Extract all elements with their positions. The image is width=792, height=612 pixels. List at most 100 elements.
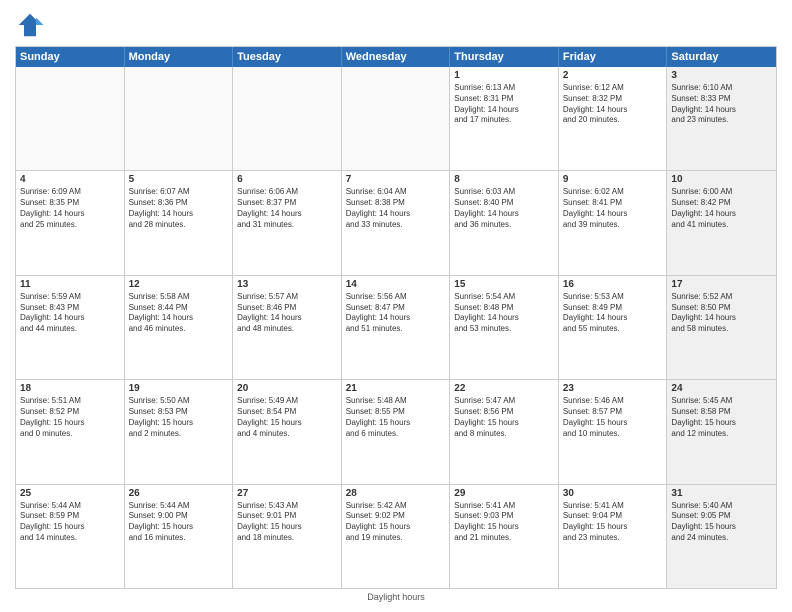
day-info: Sunrise: 5:44 AM Sunset: 9:00 PM Dayligh…: [129, 501, 229, 544]
day-info: Sunrise: 5:42 AM Sunset: 9:02 PM Dayligh…: [346, 501, 446, 544]
day-info: Sunrise: 6:12 AM Sunset: 8:32 PM Dayligh…: [563, 83, 663, 126]
calendar-row: 1 Sunrise: 6:13 AM Sunset: 8:31 PM Daylig…: [16, 67, 776, 170]
day-info: Sunrise: 6:04 AM Sunset: 8:38 PM Dayligh…: [346, 187, 446, 230]
day-number: 14: [346, 279, 446, 290]
calendar-cell: 29 Sunrise: 5:41 AM Sunset: 9:03 PM Dayli…: [450, 485, 559, 588]
calendar-cell: 1 Sunrise: 6:13 AM Sunset: 8:31 PM Daylig…: [450, 67, 559, 170]
day-number: 11: [20, 279, 120, 290]
day-info: Sunrise: 5:47 AM Sunset: 8:56 PM Dayligh…: [454, 396, 554, 439]
day-number: 27: [237, 488, 337, 499]
calendar-cell: 6Sunrise: 6:06 AM Sunset: 8:37 PM Daylig…: [233, 171, 342, 274]
day-info: Sunrise: 5:53 AM Sunset: 8:49 PM Dayligh…: [563, 292, 663, 335]
day-number: 10: [671, 174, 772, 185]
calendar-cell: 9Sunrise: 6:02 AM Sunset: 8:41 PM Daylig…: [559, 171, 668, 274]
calendar-row: 18Sunrise: 5:51 AM Sunset: 8:52 PM Dayli…: [16, 379, 776, 483]
calendar-cell: 10 Sunrise: 6:00 AM Sunset: 8:42 PM Dayli…: [667, 171, 776, 274]
day-info: Sunrise: 5:41 AM Sunset: 9:04 PM Dayligh…: [563, 501, 663, 544]
calendar-cell: [125, 67, 234, 170]
calendar-cell: 27 Sunrise: 5:43 AM Sunset: 9:01 PM Dayli…: [233, 485, 342, 588]
calendar-cell: 15 Sunrise: 5:54 AM Sunset: 8:48 PM Dayli…: [450, 276, 559, 379]
calendar-header-cell: Tuesday: [233, 47, 342, 67]
calendar-cell: 4 Sunrise: 6:09 AM Sunset: 8:35 PM Daylig…: [16, 171, 125, 274]
calendar: SundayMondayTuesdayWednesdayThursdayFrid…: [15, 46, 777, 589]
day-info: Sunrise: 5:56 AM Sunset: 8:47 PM Dayligh…: [346, 292, 446, 335]
calendar-cell: 14 Sunrise: 5:56 AM Sunset: 8:47 PM Dayli…: [342, 276, 451, 379]
day-info: Sunrise: 5:44 AM Sunset: 8:59 PM Dayligh…: [20, 501, 120, 544]
day-number: 3: [671, 70, 772, 81]
calendar-header-cell: Wednesday: [342, 47, 451, 67]
day-number: 19: [129, 383, 229, 394]
calendar-cell: 23 Sunrise: 5:46 AM Sunset: 8:57 PM Dayli…: [559, 380, 668, 483]
day-info: Sunrise: 6:00 AM Sunset: 8:42 PM Dayligh…: [671, 187, 772, 230]
calendar-cell: [16, 67, 125, 170]
calendar-cell: 8 Sunrise: 6:03 AM Sunset: 8:40 PM Daylig…: [450, 171, 559, 274]
calendar-cell: 18Sunrise: 5:51 AM Sunset: 8:52 PM Dayli…: [16, 380, 125, 483]
calendar-header-cell: Saturday: [667, 47, 776, 67]
day-number: 15: [454, 279, 554, 290]
calendar-cell: [233, 67, 342, 170]
page: SundayMondayTuesdayWednesdayThursdayFrid…: [0, 0, 792, 612]
day-info: Sunrise: 6:07 AM Sunset: 8:36 PM Dayligh…: [129, 187, 229, 230]
day-info: Sunrise: 5:41 AM Sunset: 9:03 PM Dayligh…: [454, 501, 554, 544]
calendar-cell: 24 Sunrise: 5:45 AM Sunset: 8:58 PM Dayli…: [667, 380, 776, 483]
calendar-cell: 3 Sunrise: 6:10 AM Sunset: 8:33 PM Daylig…: [667, 67, 776, 170]
calendar-cell: 22Sunrise: 5:47 AM Sunset: 8:56 PM Dayli…: [450, 380, 559, 483]
day-info: Sunrise: 5:52 AM Sunset: 8:50 PM Dayligh…: [671, 292, 772, 335]
day-info: Sunrise: 5:51 AM Sunset: 8:52 PM Dayligh…: [20, 396, 120, 439]
day-info: Sunrise: 5:45 AM Sunset: 8:58 PM Dayligh…: [671, 396, 772, 439]
day-number: 28: [346, 488, 446, 499]
day-info: Sunrise: 6:03 AM Sunset: 8:40 PM Dayligh…: [454, 187, 554, 230]
calendar-body: 1 Sunrise: 6:13 AM Sunset: 8:31 PM Daylig…: [16, 67, 776, 588]
day-info: Sunrise: 5:57 AM Sunset: 8:46 PM Dayligh…: [237, 292, 337, 335]
day-number: 8: [454, 174, 554, 185]
calendar-row: 25 Sunrise: 5:44 AM Sunset: 8:59 PM Dayli…: [16, 484, 776, 588]
day-number: 1: [454, 70, 554, 81]
day-number: 29: [454, 488, 554, 499]
day-info: Sunrise: 5:49 AM Sunset: 8:54 PM Dayligh…: [237, 396, 337, 439]
day-number: 26: [129, 488, 229, 499]
day-number: 2: [563, 70, 663, 81]
calendar-cell: 28 Sunrise: 5:42 AM Sunset: 9:02 PM Dayli…: [342, 485, 451, 588]
footer-note: Daylight hours: [15, 592, 777, 602]
calendar-row: 4 Sunrise: 6:09 AM Sunset: 8:35 PM Daylig…: [16, 170, 776, 274]
day-info: Sunrise: 6:09 AM Sunset: 8:35 PM Dayligh…: [20, 187, 120, 230]
day-number: 12: [129, 279, 229, 290]
day-number: 25: [20, 488, 120, 499]
calendar-header-cell: Friday: [559, 47, 668, 67]
day-number: 20: [237, 383, 337, 394]
header: [15, 10, 777, 40]
day-info: Sunrise: 5:54 AM Sunset: 8:48 PM Dayligh…: [454, 292, 554, 335]
day-number: 21: [346, 383, 446, 394]
day-info: Sunrise: 5:50 AM Sunset: 8:53 PM Dayligh…: [129, 396, 229, 439]
calendar-cell: 17 Sunrise: 5:52 AM Sunset: 8:50 PM Dayli…: [667, 276, 776, 379]
day-number: 17: [671, 279, 772, 290]
day-info: Sunrise: 6:10 AM Sunset: 8:33 PM Dayligh…: [671, 83, 772, 126]
calendar-cell: 16Sunrise: 5:53 AM Sunset: 8:49 PM Dayli…: [559, 276, 668, 379]
calendar-cell: 5 Sunrise: 6:07 AM Sunset: 8:36 PM Daylig…: [125, 171, 234, 274]
calendar-cell: 30 Sunrise: 5:41 AM Sunset: 9:04 PM Dayli…: [559, 485, 668, 588]
day-number: 4: [20, 174, 120, 185]
calendar-row: 11 Sunrise: 5:59 AM Sunset: 8:43 PM Dayli…: [16, 275, 776, 379]
calendar-cell: 21Sunrise: 5:48 AM Sunset: 8:55 PM Dayli…: [342, 380, 451, 483]
day-number: 31: [671, 488, 772, 499]
day-number: 7: [346, 174, 446, 185]
day-number: 24: [671, 383, 772, 394]
day-info: Sunrise: 6:13 AM Sunset: 8:31 PM Dayligh…: [454, 83, 554, 126]
calendar-cell: 13Sunrise: 5:57 AM Sunset: 8:46 PM Dayli…: [233, 276, 342, 379]
day-info: Sunrise: 5:46 AM Sunset: 8:57 PM Dayligh…: [563, 396, 663, 439]
day-number: 5: [129, 174, 229, 185]
logo: [15, 10, 49, 40]
day-number: 30: [563, 488, 663, 499]
calendar-cell: 11 Sunrise: 5:59 AM Sunset: 8:43 PM Dayli…: [16, 276, 125, 379]
calendar-cell: 20 Sunrise: 5:49 AM Sunset: 8:54 PM Dayli…: [233, 380, 342, 483]
day-number: 23: [563, 383, 663, 394]
calendar-header-cell: Sunday: [16, 47, 125, 67]
calendar-cell: 25 Sunrise: 5:44 AM Sunset: 8:59 PM Dayli…: [16, 485, 125, 588]
day-info: Sunrise: 5:59 AM Sunset: 8:43 PM Dayligh…: [20, 292, 120, 335]
calendar-cell: 31Sunrise: 5:40 AM Sunset: 9:05 PM Dayli…: [667, 485, 776, 588]
day-info: Sunrise: 5:43 AM Sunset: 9:01 PM Dayligh…: [237, 501, 337, 544]
calendar-cell: 26 Sunrise: 5:44 AM Sunset: 9:00 PM Dayli…: [125, 485, 234, 588]
calendar-header-cell: Thursday: [450, 47, 559, 67]
calendar-header: SundayMondayTuesdayWednesdayThursdayFrid…: [16, 47, 776, 67]
day-number: 6: [237, 174, 337, 185]
